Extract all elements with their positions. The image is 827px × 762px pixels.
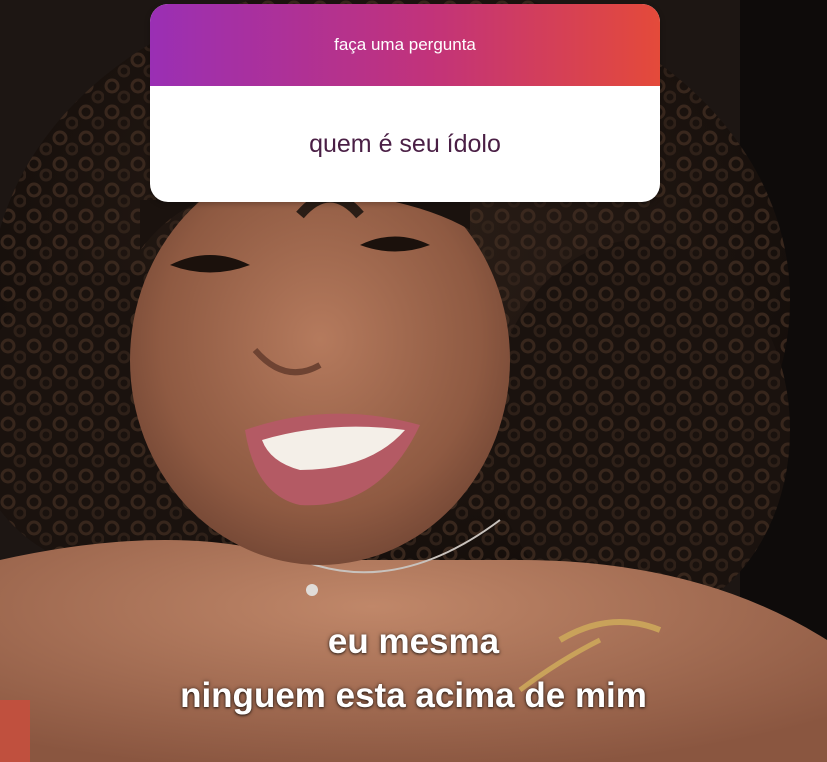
question-sticker[interactable]: faça uma pergunta quem é seu ídolo — [150, 4, 660, 202]
question-sticker-header: faça uma pergunta — [150, 4, 660, 86]
caption-line-2: ninguem esta acima de mim — [180, 676, 647, 715]
question-sticker-question: quem é seu ídolo — [309, 129, 501, 158]
story-screen: faça uma pergunta quem é seu ídolo eu me… — [0, 0, 827, 762]
caption-line-1: eu mesma — [327, 622, 500, 661]
